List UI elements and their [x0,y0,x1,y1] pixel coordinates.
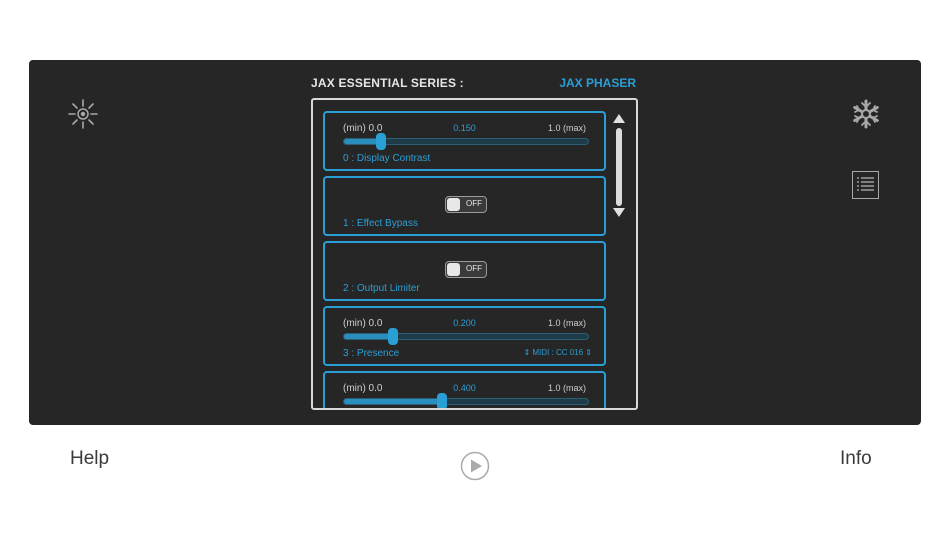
slider-fill [344,399,442,404]
help-link[interactable]: Help [70,448,109,470]
slider-track[interactable] [343,133,589,150]
toggle-state: OFF [466,264,482,273]
limiter-toggle[interactable]: OFF [445,261,487,278]
midi-assignment[interactable]: ⇕ MIDI : CC 016 ⇕ [523,348,592,357]
toggle-state: OFF [466,199,482,208]
toggle-knob [447,263,460,276]
param-card-display-contrast: (min) 0.0 0.150 1.0 (max) 0 : Display Co… [323,111,606,171]
slider-thumb[interactable] [436,393,447,408]
slider-track[interactable] [343,393,589,408]
scrollbar-thumb[interactable] [616,128,622,206]
max-label: 1.0 (max) [547,123,586,133]
slider-thumb[interactable] [387,328,398,345]
effect-name: JAX PHASER [559,76,636,90]
slider-track[interactable] [343,328,589,345]
param-card-presence: (min) 0.0 0.200 1.0 (max) 3 : Presence ⇕… [323,306,606,366]
param-name: 0 : Display Contrast [343,153,431,164]
sun-icon[interactable] [67,98,99,130]
bypass-toggle[interactable]: OFF [445,196,487,213]
info-link[interactable]: Info [840,448,872,470]
play-icon[interactable] [460,451,490,481]
param-card-effect-bypass: OFF 1 : Effect Bypass [323,176,606,236]
param-name: 2 : Output Limiter [343,283,420,294]
toggle-knob [447,198,460,211]
param-card-4: (min) 0.0 0.400 1.0 (max) [323,371,606,408]
param-name: 3 : Presence [343,348,400,359]
scroll-down-arrow-icon[interactable] [613,208,625,217]
param-card-output-limiter: OFF 2 : Output Limiter [323,241,606,301]
series-title: JAX ESSENTIAL SERIES : [311,76,464,90]
slider-fill [344,334,393,339]
parameter-list[interactable]: (min) 0.0 0.150 1.0 (max) 0 : Display Co… [311,98,638,410]
slider-thumb[interactable] [375,133,386,150]
max-label: 1.0 (max) [547,383,586,393]
snowflake-icon[interactable] [850,98,882,130]
param-name: 1 : Effect Bypass [343,218,418,229]
list-icon[interactable] [852,171,879,199]
max-label: 1.0 (max) [547,318,586,328]
scroll-up-arrow-icon[interactable] [613,114,625,123]
